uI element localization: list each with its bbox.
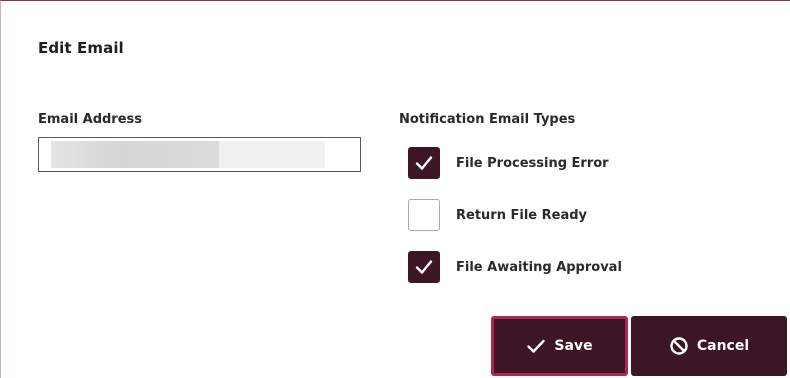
option-return-file-ready[interactable]: Return File Ready [408, 198, 587, 232]
edit-email-dialog: Edit Email Email Address Notification Em… [0, 0, 790, 378]
file-processing-error-checkbox[interactable] [408, 147, 440, 179]
checkmark-icon [415, 156, 433, 170]
cancel-button-label: Cancel [696, 338, 750, 354]
cancel-button[interactable]: Cancel [631, 316, 787, 376]
email-address-input[interactable] [38, 137, 361, 172]
file-processing-error-label: File Processing Error [456, 155, 609, 171]
return-file-ready-label: Return File Ready [456, 207, 588, 223]
prohibited-icon [669, 336, 689, 356]
option-file-processing-error[interactable]: File Processing Error [408, 146, 609, 180]
dialog-title: Edit Email [38, 39, 124, 57]
return-file-ready-checkbox[interactable] [408, 199, 440, 231]
checkmark-icon [526, 336, 546, 356]
option-file-awaiting-approval[interactable]: File Awaiting Approval [408, 250, 622, 284]
notification-types-label: Notification Email Types [399, 112, 576, 127]
file-awaiting-approval-label: File Awaiting Approval [456, 259, 622, 275]
save-button-label: Save [554, 338, 593, 354]
checkmark-icon [415, 260, 433, 274]
email-address-label: Email Address [38, 112, 143, 127]
file-awaiting-approval-checkbox[interactable] [408, 251, 440, 283]
save-button[interactable]: Save [491, 316, 628, 376]
